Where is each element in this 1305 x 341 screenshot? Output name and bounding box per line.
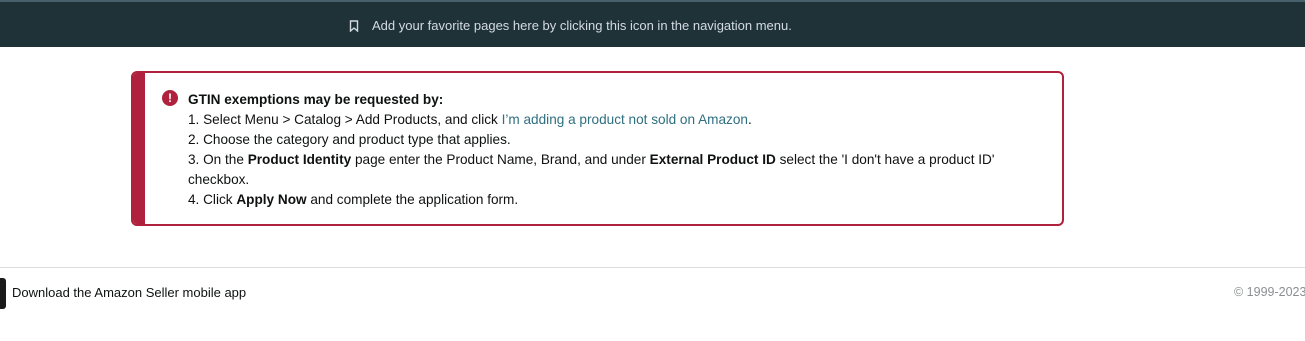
alert-step-2: 2. Choose the category and product type …	[188, 132, 511, 147]
product-not-sold-link[interactable]: I’m adding a product not sold on Amazon	[502, 112, 748, 127]
alert-step-4: 4. Click Apply Now and complete the appl…	[188, 190, 1048, 210]
gtin-exemption-alert: ! GTIN exemptions may be requested by: 1…	[131, 71, 1064, 226]
bookmark-icon	[349, 19, 359, 32]
exclamation-circle-icon: !	[162, 90, 178, 106]
step-3-text-a: 3. On the	[188, 152, 248, 167]
step-3-text-c: page enter the Product Name, Brand, and …	[351, 152, 650, 167]
favorites-banner-text: Add your favorite pages here by clicking…	[372, 18, 792, 33]
product-identity-label: Product Identity	[247, 152, 352, 167]
step-1-suffix: .	[747, 112, 752, 127]
step-1-text: 1. Select Menu > Catalog > Add Products,…	[188, 112, 502, 127]
copyright-text: © 1999-2023	[1234, 285, 1305, 299]
external-product-id-label: External Product ID	[649, 152, 776, 167]
step-4-text-c: and complete the application form.	[306, 192, 519, 207]
favorites-banner: Add your favorite pages here by clicking…	[0, 0, 1305, 47]
alert-title: GTIN exemptions may be requested by:	[188, 92, 444, 107]
phone-icon	[0, 278, 6, 309]
step-4-text-a: 4. Click	[188, 192, 237, 207]
alert-accent-bar	[133, 73, 145, 224]
alert-content: GTIN exemptions may be requested by: 1. …	[188, 90, 1048, 210]
mobile-app-link[interactable]: Download the Amazon Seller mobile app	[12, 285, 246, 300]
alert-step-1: 1. Select Menu > Catalog > Add Products,…	[188, 110, 1048, 130]
apply-now-label: Apply Now	[236, 192, 307, 207]
alert-step-3: 3. On the Product Identity page enter th…	[188, 150, 1048, 190]
footer-divider	[0, 267, 1305, 268]
